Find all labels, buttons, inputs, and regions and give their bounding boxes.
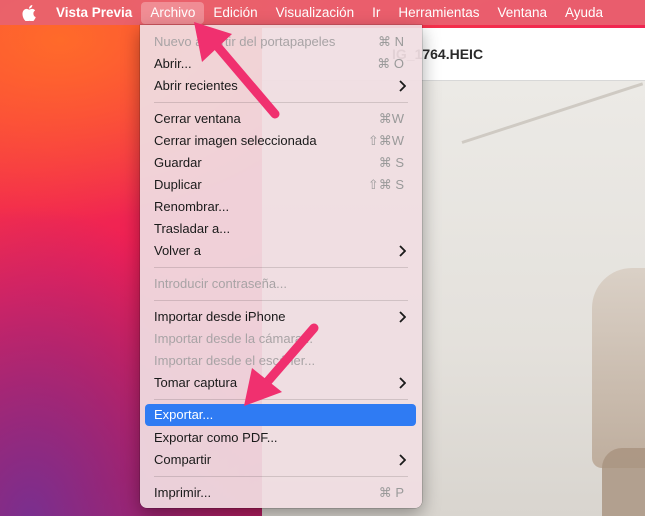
menu-ventana[interactable]: Ventana: [488, 0, 556, 25]
menu-separator: [154, 476, 408, 477]
menu-item-label: Introducir contraseña...: [154, 276, 287, 291]
menu-item-label: Abrir...: [154, 56, 192, 71]
menu-item-label: Duplicar: [154, 177, 202, 192]
menu-item-label: Nuevo a partir del portapapeles: [154, 34, 336, 49]
archivo-dropdown-menu: Nuevo a partir del portapapeles ⌘ N Abri…: [140, 25, 422, 508]
menu-item-enter-password[interactable]: Introducir contraseña...: [145, 273, 416, 295]
menu-item-shortcut: ⇧⌘ S: [367, 177, 404, 192]
menu-item-label: Exportar...: [154, 407, 214, 422]
menu-item-shortcut: ⌘ P: [378, 485, 404, 500]
menu-item-revert-to[interactable]: Volver a: [145, 240, 416, 262]
menu-item-label: Imprimir...: [154, 485, 212, 500]
menu-item-shortcut: ⌘ N: [378, 34, 404, 49]
menu-separator: [154, 300, 408, 301]
menu-item-label: Cerrar ventana: [154, 111, 241, 126]
photo-figure-lower: [602, 448, 645, 516]
menu-item-label: Renombrar...: [154, 199, 230, 214]
menu-item-label: Abrir recientes: [154, 78, 238, 93]
menu-herramientas[interactable]: Herramientas: [389, 0, 488, 25]
menu-separator: [154, 267, 408, 268]
chevron-right-icon: [399, 311, 406, 323]
menu-item-open[interactable]: Abrir... ⌘ O: [145, 53, 416, 75]
menu-ayuda[interactable]: Ayuda: [556, 0, 612, 25]
photo-wall-edge: [461, 82, 644, 144]
menu-item-export-pdf[interactable]: Exportar como PDF...: [145, 427, 416, 449]
menu-app-name[interactable]: Vista Previa: [56, 0, 141, 25]
menu-item-shortcut: ⇧⌘W: [367, 133, 404, 148]
apple-logo-icon[interactable]: [22, 4, 36, 21]
chevron-right-icon: [399, 245, 406, 257]
menu-item-label: Importar desde la cámara...: [154, 331, 313, 346]
menu-item-close-window[interactable]: Cerrar ventana ⌘W: [145, 108, 416, 130]
menu-item-save[interactable]: Guardar ⌘ S: [145, 152, 416, 174]
menu-item-move-to[interactable]: Trasladar a...: [145, 218, 416, 240]
menu-item-duplicate[interactable]: Duplicar ⇧⌘ S: [145, 174, 416, 196]
menu-item-shortcut: ⌘W: [378, 111, 404, 126]
menu-item-import-scanner[interactable]: Importar desde el escáner...: [145, 350, 416, 372]
menu-separator: [154, 399, 408, 400]
menu-item-import-iphone[interactable]: Importar desde iPhone: [145, 306, 416, 328]
photo-figure: [592, 268, 645, 468]
menu-edicion[interactable]: Edición: [204, 0, 266, 25]
menu-item-take-screenshot[interactable]: Tomar captura: [145, 372, 416, 394]
menu-item-label: Compartir: [154, 452, 212, 467]
menu-item-share[interactable]: Compartir: [145, 449, 416, 471]
menu-item-label: Volver a: [154, 243, 201, 258]
menu-ir[interactable]: Ir: [363, 0, 389, 25]
menu-item-label: Exportar como PDF...: [154, 430, 278, 445]
menu-item-label: Guardar: [154, 155, 202, 170]
menu-item-label: Cerrar imagen seleccionada: [154, 133, 317, 148]
menu-item-rename[interactable]: Renombrar...: [145, 196, 416, 218]
menu-item-label: Importar desde iPhone: [154, 309, 286, 324]
menu-item-close-selected-image[interactable]: Cerrar imagen seleccionada ⇧⌘W: [145, 130, 416, 152]
menu-item-export[interactable]: Exportar...: [145, 404, 416, 426]
menu-item-new-from-clipboard[interactable]: Nuevo a partir del portapapeles ⌘ N: [145, 31, 416, 53]
menu-item-open-recent[interactable]: Abrir recientes: [145, 75, 416, 97]
menu-visualizacion[interactable]: Visualización: [267, 0, 364, 25]
menu-item-print[interactable]: Imprimir... ⌘ P: [145, 482, 416, 504]
chevron-right-icon: [399, 454, 406, 466]
menu-item-label: Tomar captura: [154, 375, 238, 390]
chevron-right-icon: [399, 377, 406, 389]
menu-item-shortcut: ⌘ S: [378, 155, 404, 170]
menu-archivo[interactable]: Archivo: [141, 1, 205, 24]
menu-item-label: Importar desde el escáner...: [154, 353, 316, 368]
menu-item-label: Trasladar a...: [154, 221, 231, 236]
menu-item-shortcut: ⌘ O: [377, 56, 404, 71]
menu-separator: [154, 102, 408, 103]
chevron-right-icon: [399, 80, 406, 92]
menu-item-import-camera[interactable]: Importar desde la cámara...: [145, 328, 416, 350]
menu-bar: Vista Previa Archivo Edición Visualizaci…: [0, 0, 645, 25]
